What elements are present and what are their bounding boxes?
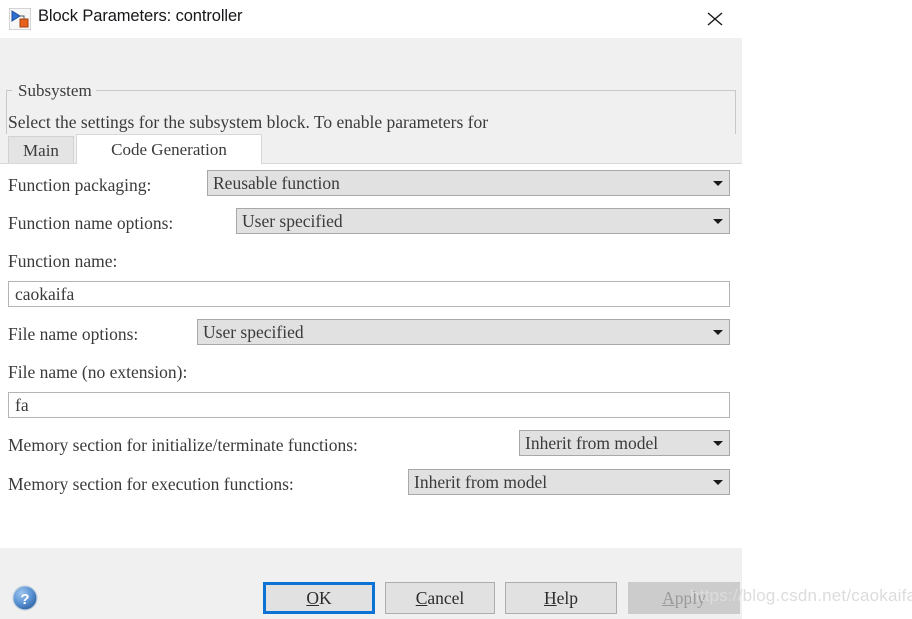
memory-section-init-select[interactable]: Inherit from model — [519, 430, 730, 456]
ok-button[interactable]: OK — [263, 582, 375, 614]
cancel-button-mnemonic: C — [415, 588, 428, 608]
row-function-name-options: Function name options: User specified — [0, 208, 742, 238]
ok-button-mnemonic: O — [306, 588, 319, 608]
chevron-down-icon — [713, 219, 723, 224]
group-frame-top-left — [6, 90, 12, 91]
file-name-input[interactable]: fa — [8, 392, 730, 418]
file-name-value: fa — [15, 395, 29, 415]
memory-section-exec-value: Inherit from model — [414, 472, 548, 492]
chevron-down-icon — [713, 480, 723, 485]
file-name-label: File name (no extension): — [8, 362, 188, 382]
function-packaging-value: Reusable function — [213, 173, 340, 193]
chevron-down-icon — [713, 181, 723, 186]
memory-section-init-label: Memory section for initialize/terminate … — [8, 435, 358, 455]
tab-strip: Main Code Generation — [0, 134, 742, 164]
help-button-label: elp — [556, 588, 579, 608]
description-area: Subsystem Select the settings for the su… — [0, 38, 742, 168]
apply-button: Apply — [628, 582, 740, 614]
file-name-options-select[interactable]: User specified — [197, 319, 730, 345]
row-file-name-label: File name (no extension): — [0, 357, 742, 387]
row-function-name-input: caokaifa — [0, 281, 742, 311]
memory-section-exec-label: Memory section for execution functions: — [8, 474, 294, 494]
help-button[interactable]: Help — [505, 582, 617, 614]
file-name-options-label: File name options: — [8, 324, 139, 344]
tab-code-generation[interactable]: Code Generation — [76, 134, 262, 164]
screenshot-root: Block Parameters: controller Subsystem S… — [0, 0, 912, 619]
memory-section-exec-select[interactable]: Inherit from model — [408, 469, 730, 495]
row-memory-section-exec: Memory section for execution functions: … — [0, 469, 742, 499]
function-name-options-value: User specified — [242, 211, 343, 231]
help-button-mnemonic: H — [543, 588, 557, 608]
row-function-name-label: Function name: — [0, 246, 742, 276]
help-circle-icon[interactable]: ? — [12, 585, 38, 611]
row-memory-section-init: Memory section for initialize/terminate … — [0, 430, 742, 460]
block-parameters-dialog: Block Parameters: controller Subsystem S… — [0, 0, 742, 619]
group-frame-top-right — [96, 90, 736, 91]
function-name-value: caokaifa — [15, 284, 75, 304]
file-name-options-value: User specified — [203, 322, 304, 342]
window-title: Block Parameters: controller — [38, 7, 243, 25]
tab-main[interactable]: Main — [8, 136, 74, 164]
function-packaging-label: Function packaging: — [8, 175, 152, 195]
function-name-input[interactable]: caokaifa — [8, 281, 730, 307]
apply-button-mnemonic: A — [662, 588, 675, 608]
cancel-button-label: ancel — [427, 588, 465, 608]
chevron-down-icon — [713, 330, 723, 335]
title-bar: Block Parameters: controller — [0, 0, 742, 38]
cancel-button[interactable]: Cancel — [385, 582, 495, 614]
function-name-options-label: Function name options: — [8, 213, 174, 233]
simulink-block-icon — [8, 7, 32, 31]
svg-text:?: ? — [20, 591, 29, 608]
row-file-name-options: File name options: User specified — [0, 319, 742, 349]
function-name-options-select[interactable]: User specified — [236, 208, 730, 234]
memory-section-init-value: Inherit from model — [525, 433, 659, 453]
close-icon[interactable] — [700, 6, 730, 32]
function-packaging-select[interactable]: Reusable function — [207, 170, 730, 196]
function-name-label: Function name: — [8, 251, 118, 271]
active-tab-seam — [77, 163, 261, 164]
row-file-name-input: fa — [0, 392, 742, 422]
ok-button-label: K — [319, 588, 332, 608]
apply-button-label: pply — [674, 588, 706, 608]
chevron-down-icon — [713, 441, 723, 446]
row-function-packaging: Function packaging: Reusable function — [0, 170, 742, 200]
subsystem-group-label: Subsystem — [14, 81, 96, 100]
